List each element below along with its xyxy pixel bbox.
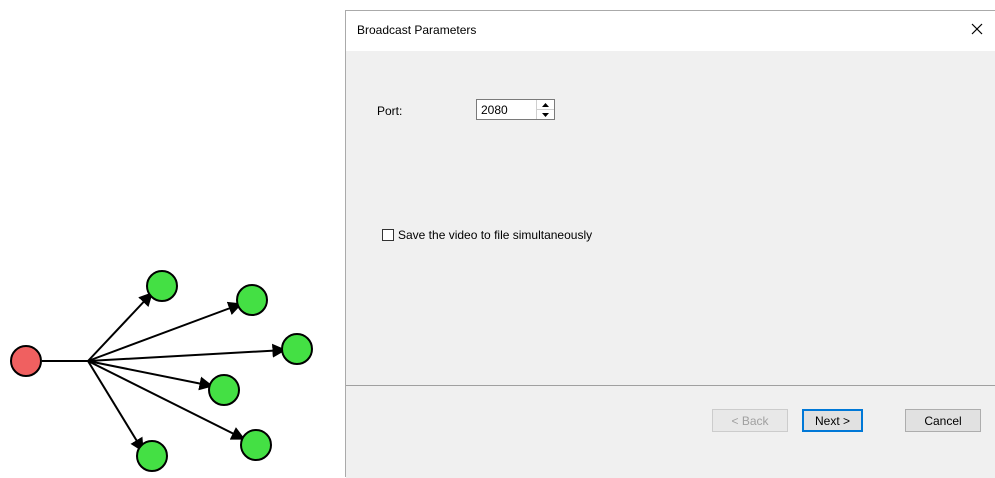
dialog-content: Port: Save the video to file simultaneou… [346, 51, 995, 425]
title-bar: Broadcast Parameters [346, 11, 995, 51]
port-decrement-button[interactable] [537, 109, 554, 119]
port-increment-button[interactable] [537, 100, 554, 109]
source-node [10, 345, 42, 377]
target-node [240, 429, 272, 461]
broadcast-arrow [87, 343, 287, 362]
broadcast-arrow [87, 360, 214, 391]
save-video-checkbox-label: Save the video to file simultaneously [398, 228, 593, 242]
close-button[interactable] [961, 14, 993, 44]
broadcast-parameters-dialog: Broadcast Parameters Port: Save the vid [345, 10, 995, 478]
button-bar: < Back Next > Cancel [346, 386, 995, 478]
cancel-button[interactable]: Cancel [905, 409, 981, 432]
close-icon [971, 23, 983, 35]
dialog-title: Broadcast Parameters [357, 23, 477, 37]
port-stepper[interactable] [476, 99, 555, 120]
target-node [136, 440, 168, 472]
chevron-down-icon [542, 112, 549, 117]
broadcast-arrow [87, 291, 153, 362]
port-label: Port: [377, 104, 403, 118]
save-video-checkbox[interactable] [382, 229, 394, 241]
back-button[interactable]: < Back [712, 409, 788, 432]
chevron-up-icon [542, 102, 549, 107]
broadcast-arrow [87, 301, 243, 362]
next-button[interactable]: Next > [802, 409, 863, 432]
port-spin-buttons [536, 100, 554, 119]
target-node [208, 374, 240, 406]
save-video-option[interactable]: Save the video to file simultaneously [382, 228, 592, 242]
target-node [281, 333, 313, 365]
broadcast-diagram [10, 270, 313, 472]
target-node [146, 270, 178, 302]
target-node [236, 284, 268, 316]
port-input[interactable] [477, 100, 541, 119]
